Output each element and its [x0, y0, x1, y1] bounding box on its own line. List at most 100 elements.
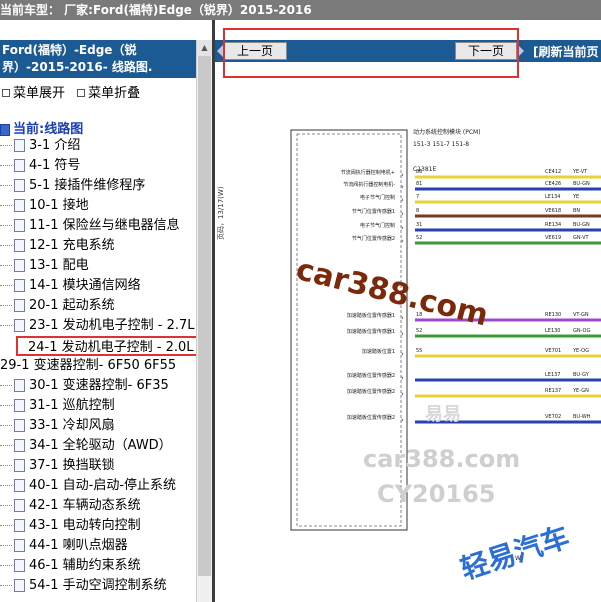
tree-item[interactable]: 43-1 电动转向控制 [0, 516, 141, 536]
refresh-page-link[interactable]: [刷新当前页 [533, 43, 599, 60]
tree-item[interactable]: 40-1 自动-启动-停止系统 [0, 476, 176, 496]
wire-color-code: BU-GY [573, 372, 590, 378]
document-icon [14, 399, 25, 412]
tree-connector [0, 245, 12, 246]
tree-item[interactable]: 33-1 冷却风扇 [0, 416, 115, 436]
tree-connector [0, 505, 12, 506]
wire-color-code: GN-VT [573, 235, 590, 241]
document-icon [14, 379, 25, 392]
tree-item-selected[interactable]: 24-1 发动机电子控制 - 2.0L [16, 336, 200, 356]
tree-item[interactable]: 14-1 模块通信网络 [0, 276, 141, 296]
module-refs: 151-3 151-7 151-8 [413, 141, 469, 148]
vehicle-title: 当前车型： 厂家:Ford(福特)Edge（锐界）2015-2016 [0, 3, 312, 17]
tree-item[interactable]: 10-1 接地 [0, 196, 89, 216]
menu-toolbar: 菜单展开 菜单折叠 [0, 82, 196, 101]
document-icon [14, 139, 25, 152]
signal-label: 加速踏板位置1 [362, 348, 395, 355]
wire-color-code: YE-VT [572, 169, 588, 175]
tree-item-label: 11-1 保险丝与继电器信息 [29, 218, 180, 233]
circuit-id: VE618 [545, 208, 561, 214]
tree-item[interactable]: 13-1 配电 [0, 256, 89, 276]
tree-item[interactable]: 44-1 喇叭点烟器 [0, 536, 128, 556]
wiring-diagram: 页码，13/17(W) 动力系统控制模块 (PCM) 151-3 151-7 1… [215, 120, 601, 602]
circuit-id: LE134 [545, 194, 561, 200]
tree-connector [0, 285, 12, 286]
tree-item[interactable]: 11-1 保险丝与继电器信息 [0, 216, 180, 236]
scrollbar-thumb[interactable] [198, 56, 211, 576]
tree-connector [0, 145, 12, 146]
tree-item-label: 46-1 辅助约束系统 [29, 558, 141, 573]
pin-arrow-icon: › [401, 237, 404, 245]
tree-connector [0, 425, 12, 426]
signal-label: 加速踏板位置传感器1 [347, 312, 395, 319]
tree-item[interactable]: 54-1 手动空调控制系统 [0, 576, 167, 596]
pin-arrow-icon: › [401, 390, 404, 398]
circuit-id: VE619 [545, 235, 561, 241]
sidebar-header: Ford(福特）-Edge（锐界）-2015-2016- 线路图. [0, 40, 196, 78]
sidebar-header-title: Ford(福特）-Edge（锐界）-2015-2016- 线路图. [2, 43, 153, 74]
main-pane: 上一页 下一页 [刷新当前页 页码，13/17(W) 动力系统控制模块 (PCM… [215, 20, 601, 602]
tree-item[interactable]: 37-1 换挡联锁 [0, 456, 115, 476]
tree-connector [0, 445, 12, 446]
tree-item[interactable]: 23-1 发动机电子控制 - 2.7L [0, 316, 195, 336]
pin-number: 55 [416, 348, 422, 354]
document-icon [14, 219, 25, 232]
circuit-id: VE702 [545, 414, 561, 420]
tree-item[interactable]: 34-1 全轮驱动（AWD） [0, 436, 172, 456]
scroll-up-arrow-icon[interactable]: ▲ [197, 40, 212, 56]
document-icon [14, 439, 25, 452]
pin-arrow-icon: › [401, 416, 404, 424]
signal-label: 电子节气门控制 [360, 194, 395, 201]
tree-item-label: 31-1 巡航控制 [29, 398, 115, 413]
wire-color-code: BU-WH [573, 414, 591, 420]
tree-item-label: 4-1 符号 [29, 158, 81, 173]
tree-item[interactable]: 12-1 充电系统 [0, 236, 115, 256]
menu-collapse-button[interactable]: 菜单折叠 [75, 82, 140, 101]
tree-item[interactable]: 20-1 起动系统 [0, 296, 115, 316]
tree-item-label: 40-1 自动-启动-停止系统 [29, 478, 177, 493]
tree-root[interactable]: 当前:线路图 [0, 118, 83, 137]
pin-number: 8 [416, 208, 419, 214]
tree-connector [0, 485, 12, 486]
sidebar-scrollbar[interactable]: ▲ [196, 40, 212, 602]
top-title-bar: 当前车型： 厂家:Ford(福特)Edge（锐界）2015-2016 [0, 0, 601, 20]
tree-connector [0, 205, 12, 206]
tree-item[interactable]: 4-1 符号 [0, 156, 80, 176]
document-icon [14, 259, 25, 272]
signal-label: 加速踏板位置传感器2 [347, 388, 395, 395]
wire-color-code: YE-OG [572, 348, 589, 354]
tree-item[interactable]: 5-1 接插件维修程序 [0, 176, 145, 196]
signal-label: 节气门位置传感器2 [352, 235, 395, 242]
tree-item-label: 3-1 介绍 [29, 138, 81, 153]
circuit-id: LE130 [545, 328, 561, 334]
tree-item-label: 33-1 冷却风扇 [29, 418, 115, 433]
tree-item-label: 30-1 变速器控制- 6F35 [29, 378, 169, 393]
wire-color-code: BU-GN [573, 222, 590, 228]
document-icon [14, 319, 25, 332]
tree-item-label: 10-1 接地 [29, 198, 89, 213]
pin-arrow-icon: › [401, 183, 404, 191]
tree-connector [0, 545, 12, 546]
tree-item[interactable]: 46-1 辅助约束系统 [0, 556, 141, 576]
pin-number: 81 [416, 181, 422, 187]
circuit-id: RE130 [545, 312, 561, 318]
tree-item[interactable]: 42-1 车辆动态系统 [0, 496, 141, 516]
pin-number: 52 [416, 328, 422, 334]
document-icon [14, 499, 25, 512]
side-page-label: 页码，13/17(W) [217, 186, 225, 240]
tree-connector [0, 565, 12, 566]
signal-label: 加速踏板位置传感器1 [347, 328, 395, 335]
document-icon [14, 419, 25, 432]
circuit-id: CE426 [545, 181, 561, 187]
module-title: 动力系统控制模块 (PCM) [413, 128, 481, 136]
tree-item[interactable]: 30-1 变速器控制- 6F35 [0, 376, 169, 396]
menu-expand-button[interactable]: 菜单展开 [0, 82, 65, 101]
tree-connector [0, 385, 12, 386]
tree-item[interactable]: 3-1 介绍 [0, 136, 80, 156]
highlight-box-nav [223, 28, 519, 78]
pin-number: 52 [416, 235, 422, 241]
tree-item[interactable]: 29-1 变速器控制- 6F50 6F55 [0, 356, 176, 376]
document-icon [14, 519, 25, 532]
tree-connector [0, 305, 12, 306]
tree-item[interactable]: 31-1 巡航控制 [0, 396, 115, 416]
